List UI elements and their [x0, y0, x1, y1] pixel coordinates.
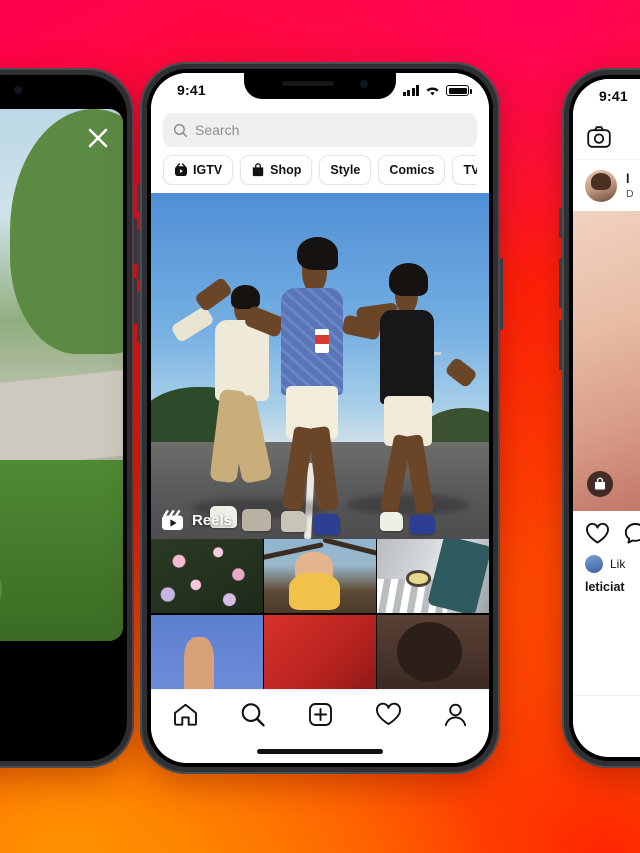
camera-icon[interactable]: [587, 126, 611, 148]
search-input[interactable]: Search: [163, 113, 477, 147]
hero-reel-post[interactable]: Reels: [151, 193, 489, 539]
explore-header: Search IGTV Shop Style Comics TV: [151, 109, 489, 193]
liked-by-row[interactable]: Lik: [573, 555, 640, 578]
explore-grid: [151, 539, 489, 689]
search-icon[interactable]: [240, 702, 266, 727]
heart-icon[interactable]: [375, 702, 402, 727]
status-time: 9:41: [599, 88, 628, 104]
reels-clapperboard-icon: [162, 510, 183, 530]
pill-comics[interactable]: Comics: [378, 155, 446, 185]
avatar[interactable]: [585, 169, 617, 202]
feed-header: [573, 115, 640, 159]
phone-side-button: [559, 320, 562, 370]
home-icon[interactable]: [172, 702, 199, 727]
pill-style[interactable]: Style: [319, 155, 372, 185]
plus-square-icon[interactable]: [308, 702, 333, 727]
post-photo: [573, 211, 640, 511]
camera-screen: [0, 79, 123, 757]
grid-tile[interactable]: [264, 539, 376, 614]
post-location[interactable]: D: [626, 188, 634, 200]
shopping-tag-icon[interactable]: [587, 471, 613, 497]
post-header[interactable]: l D: [573, 159, 640, 211]
phone-center: 9:41 Search IGTV Shop Style Comics TV Re…: [137, 62, 503, 774]
explore-screen: 9:41 Search IGTV Shop Style Comics TV Re…: [151, 73, 489, 763]
battery-icon: [446, 85, 472, 96]
wifi-icon: [426, 87, 439, 96]
phone-volume-up-button: [137, 230, 140, 280]
pill-tv-and-movies[interactable]: TV & Movies: [452, 155, 477, 185]
dancer-right: [341, 252, 479, 535]
post-caption: leticiat: [573, 578, 640, 602]
notch: [244, 73, 396, 99]
liked-by-text: Lik: [610, 557, 626, 571]
liked-by-avatar: [585, 555, 603, 573]
reels-badge: Reels: [161, 510, 232, 531]
cellular-bars-icon: [402, 85, 419, 96]
pill-label: Shop: [270, 163, 302, 177]
grid-tile[interactable]: [151, 539, 263, 614]
tabbar: [151, 689, 489, 763]
grid-tile[interactable]: [151, 614, 263, 689]
phone-side-button: [559, 258, 562, 308]
pill-label: IGTV: [193, 163, 223, 177]
close-icon[interactable]: [87, 127, 109, 154]
search-placeholder: Search: [195, 122, 240, 138]
notch: [0, 79, 50, 105]
pill-shop[interactable]: Shop: [240, 155, 313, 185]
comment-icon[interactable]: [624, 522, 640, 545]
camera-viewfinder: [0, 109, 123, 641]
igtv-icon: [175, 163, 187, 176]
status-bar: 9:41: [151, 73, 489, 109]
phone-left: [0, 68, 137, 768]
grid-tile[interactable]: [264, 614, 376, 689]
post-username[interactable]: l: [626, 172, 634, 186]
status-time: 9:41: [177, 82, 206, 98]
pill-label: TV & Movies: [463, 163, 477, 177]
shopping-bag-icon: [252, 163, 264, 177]
phone-volume-down-button: [137, 292, 140, 342]
feed-tabbar: [573, 695, 640, 757]
grid-tile[interactable]: [377, 614, 489, 689]
pill-label: Comics: [389, 163, 435, 177]
grid-tile[interactable]: [377, 539, 489, 614]
phone-mute-button: [137, 184, 140, 212]
reels-label: Reels: [192, 512, 233, 529]
phone-side-button: [559, 208, 562, 238]
phone-power-button: [500, 258, 503, 330]
post-actions: [573, 511, 640, 555]
home-indicator: [257, 749, 383, 754]
pill-igtv[interactable]: IGTV: [163, 155, 234, 185]
search-icon: [173, 123, 188, 137]
category-pill-row[interactable]: IGTV Shop Style Comics TV: [163, 155, 477, 185]
person-icon[interactable]: [443, 702, 468, 727]
pill-label: Style: [330, 163, 361, 177]
heart-icon[interactable]: [585, 522, 610, 545]
phone-right: 9:41 l D Lik leticiat: [559, 68, 640, 768]
